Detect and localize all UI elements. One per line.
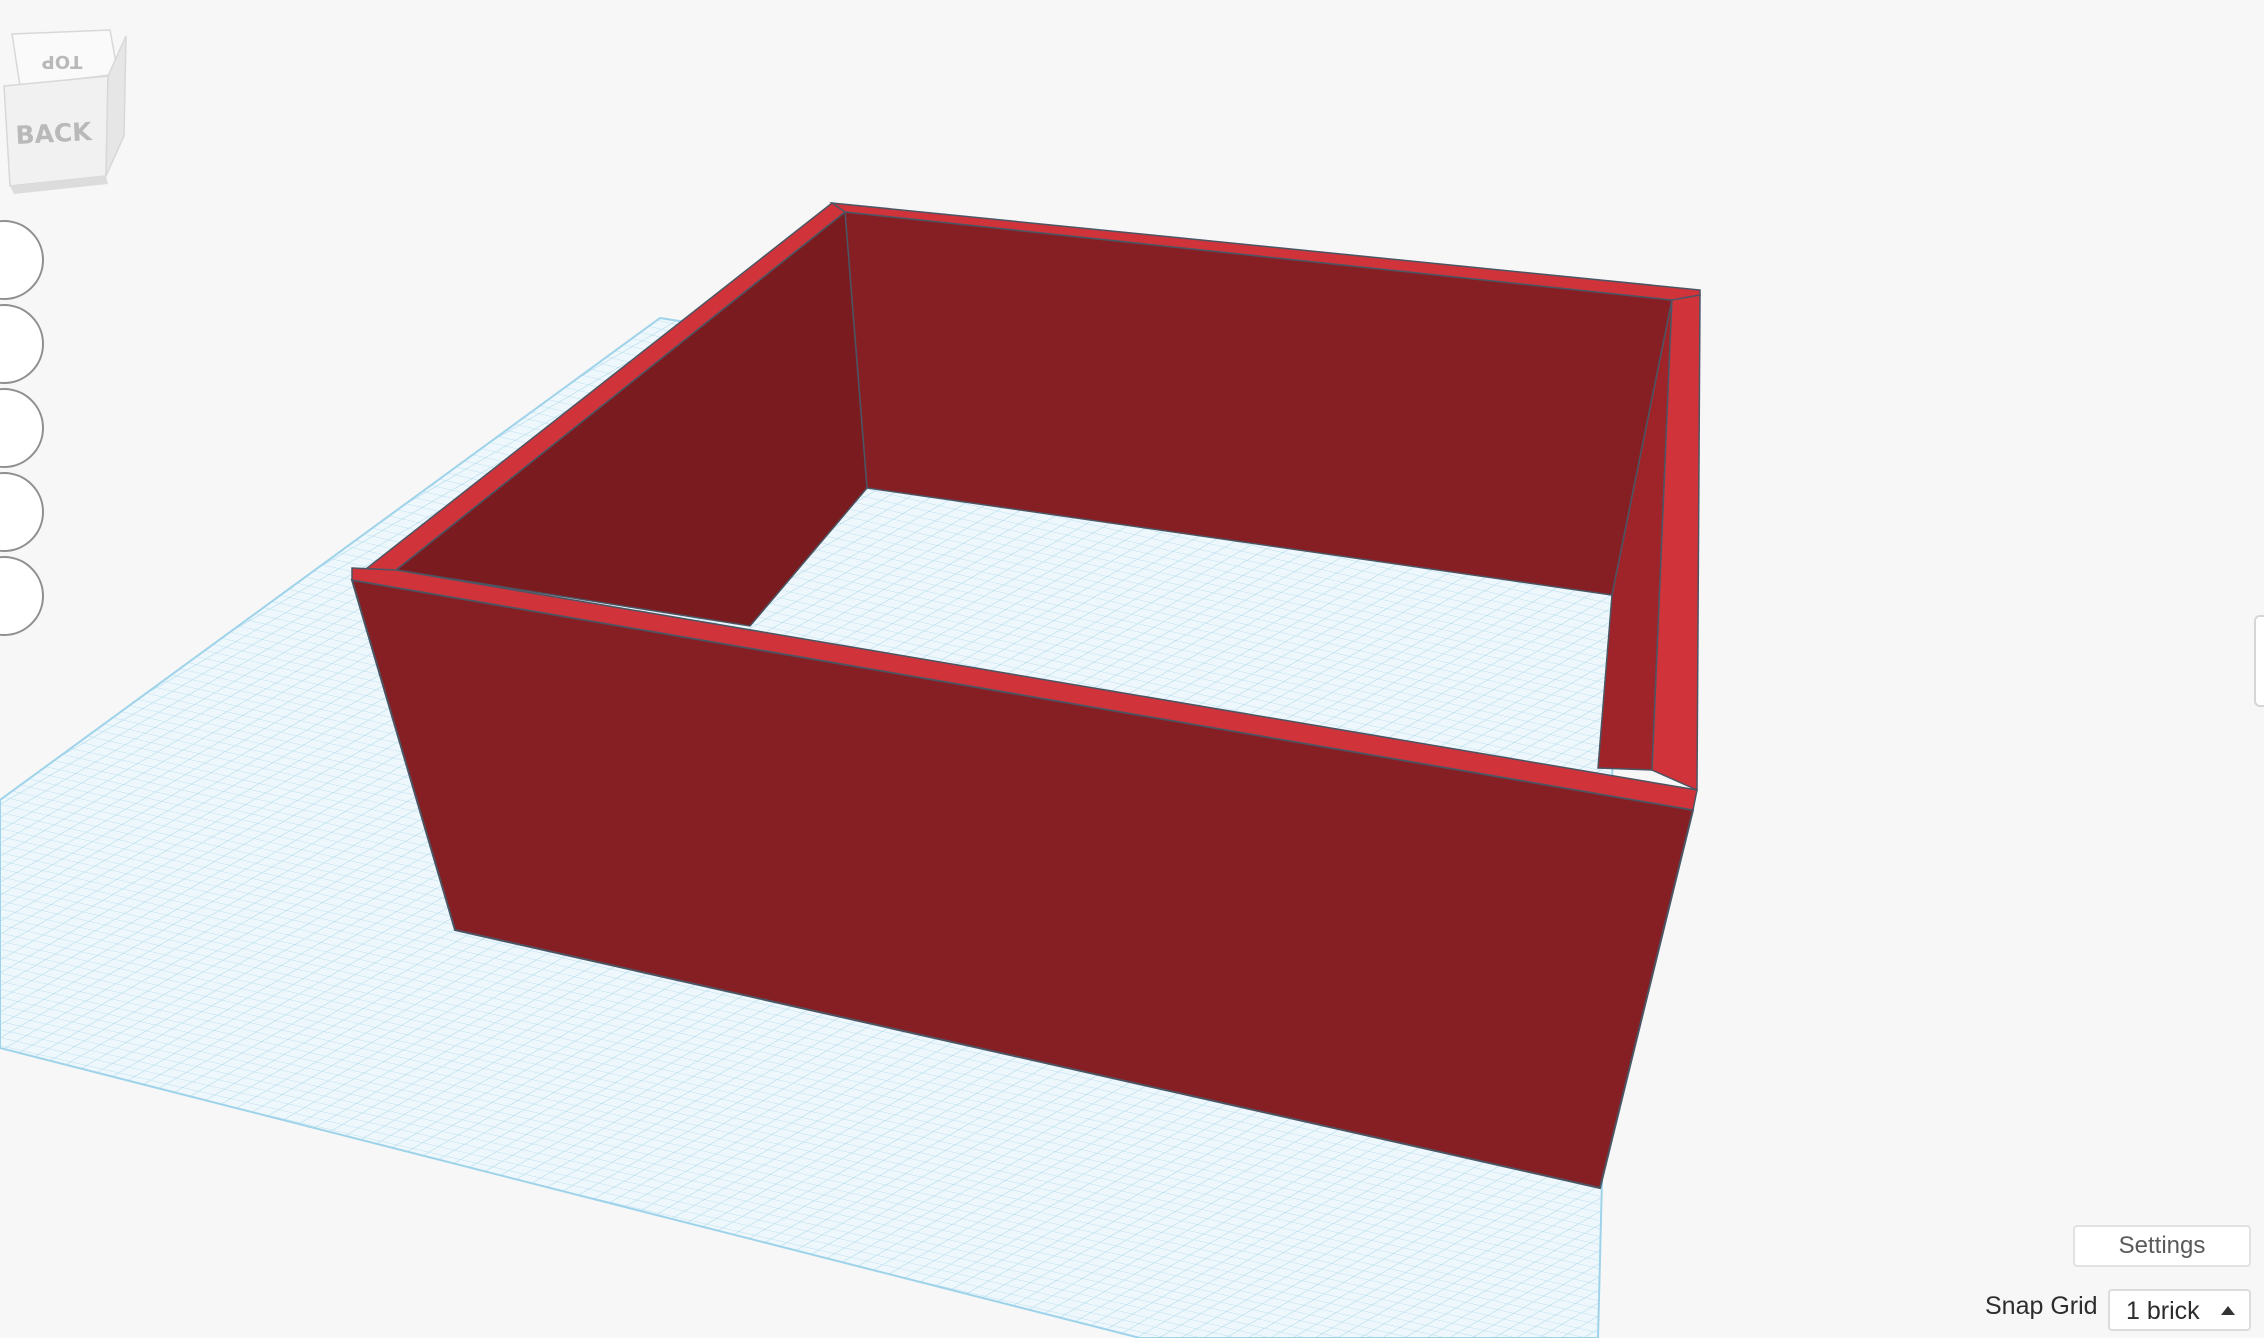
snap-grid-value: 1 brick [2126,1297,2200,1325]
3d-viewport[interactable]: TOP BACK Settings Snap Grid 1 brick [0,0,2264,1338]
snap-grid-label: Snap Grid [1985,1292,2098,1320]
view-cube[interactable]: TOP BACK [0,16,140,196]
view-cube-top-label: TOP [42,51,83,72]
panel-collapse-tab[interactable] [2254,615,2264,707]
settings-button[interactable]: Settings [2073,1225,2251,1267]
workplane-scene[interactable] [0,0,2264,1338]
box-left-wall-inner [394,210,868,627]
snap-grid-select[interactable]: 1 brick [2108,1289,2251,1331]
caret-up-icon [2221,1306,2235,1315]
view-cube-back-label: BACK [15,117,94,150]
